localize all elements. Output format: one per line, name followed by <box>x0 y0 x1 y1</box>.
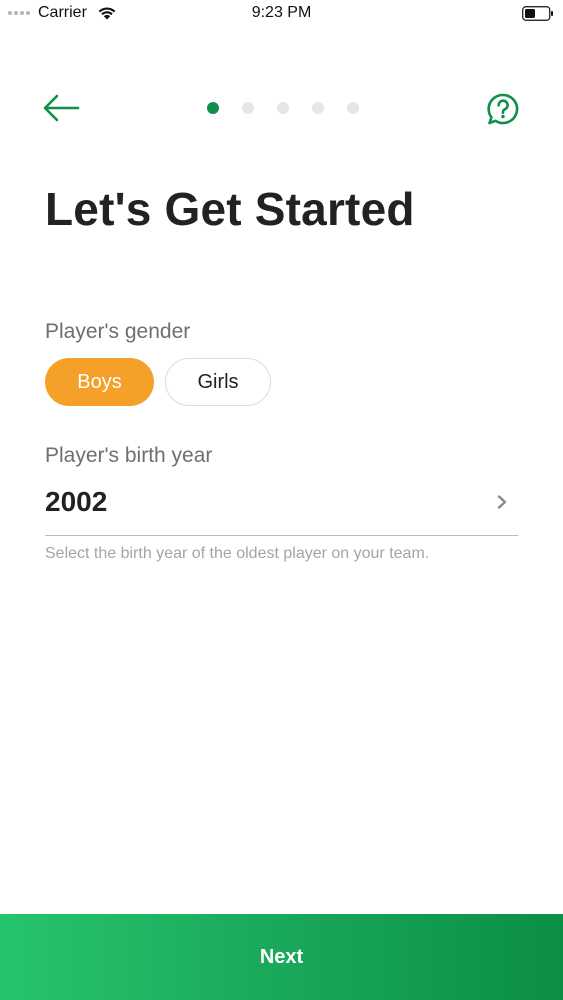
progress-dot <box>312 102 324 114</box>
back-button[interactable] <box>40 90 82 126</box>
arrow-left-icon <box>43 94 80 122</box>
birth-year-value: 2002 <box>45 486 108 517</box>
birth-year-label: Player's birth year <box>45 444 213 467</box>
status-time: 9:23 PM <box>251 4 312 21</box>
step-progress-indicator <box>207 102 359 114</box>
progress-dot <box>242 102 254 114</box>
help-button[interactable] <box>484 90 522 128</box>
progress-dot-active <box>207 102 219 114</box>
question-chat-icon <box>487 93 519 125</box>
battery-icon <box>522 6 553 21</box>
gender-option-boys[interactable]: Boys <box>45 358 154 406</box>
birth-year-selector[interactable]: 2002 <box>45 480 518 536</box>
next-button[interactable]: Next <box>0 914 563 1000</box>
gender-label: Player's gender <box>45 320 191 343</box>
birth-year-helper-text: Select the birth year of the oldest play… <box>45 545 430 562</box>
status-bar: Carrier 9:23 PM <box>0 0 563 28</box>
page-title: Let's Get Started <box>45 183 415 235</box>
progress-dot <box>347 102 359 114</box>
gender-option-girls[interactable]: Girls <box>165 358 271 406</box>
chevron-right-icon <box>497 495 507 509</box>
screen: Carrier 9:23 PM Let's Get Started Player… <box>0 0 563 1000</box>
progress-dot <box>277 102 289 114</box>
